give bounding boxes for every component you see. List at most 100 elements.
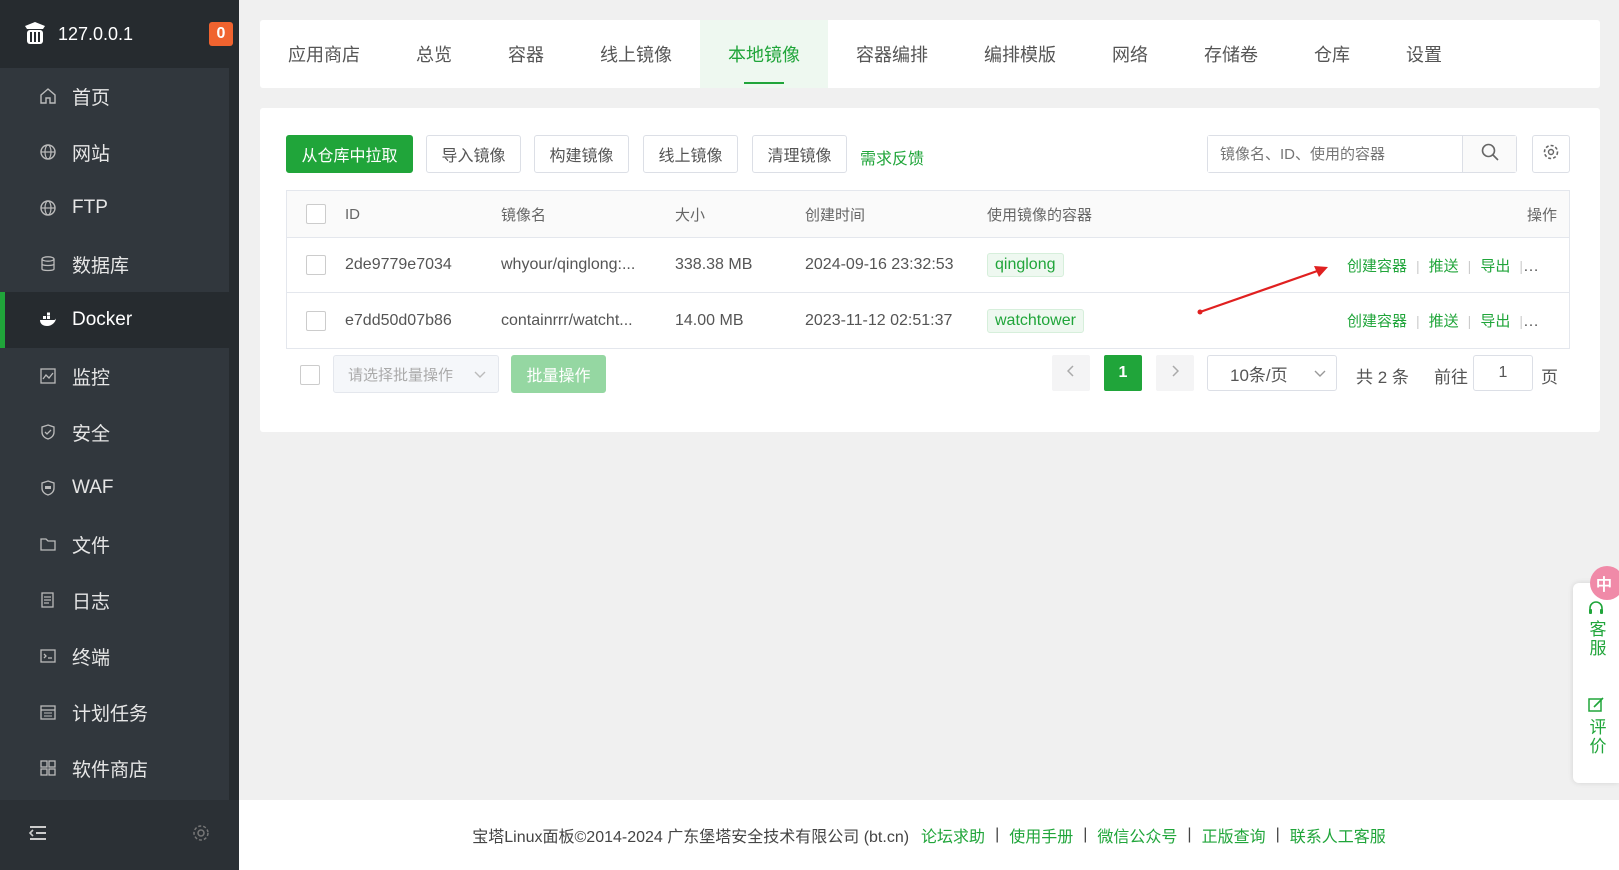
customer-service-button[interactable]: 客服 <box>1584 600 1608 658</box>
page-number-current[interactable]: 1 <box>1104 355 1142 391</box>
sidebar-item-files[interactable]: 文件 <box>0 516 229 572</box>
sidebar-item-docker[interactable]: Docker <box>0 292 229 348</box>
online-images-button[interactable]: 线上镜像 <box>643 135 738 173</box>
search-input[interactable] <box>1208 136 1462 172</box>
sidebar-item-database[interactable]: 数据库 <box>0 236 229 292</box>
sidebar-item-logs[interactable]: 日志 <box>0 572 229 628</box>
image-id: 2de9779e7034 <box>345 256 452 273</box>
tab-local-images[interactable]: 本地镜像 <box>700 20 828 88</box>
tab-containers[interactable]: 容器 <box>480 20 572 88</box>
column-header-name: 镜像名 <box>501 206 547 224</box>
sidebar-item-monitor[interactable]: 监控 <box>0 348 229 404</box>
review-label: 评价 <box>1586 718 1606 756</box>
notification-badge[interactable]: 0 <box>209 22 233 46</box>
chevron-down-icon <box>1314 363 1326 383</box>
build-image-button[interactable]: 构建镜像 <box>534 135 629 173</box>
review-button[interactable]: 评价 <box>1584 696 1608 756</box>
sidebar-item-label: 安全 <box>72 423 111 445</box>
images-table: ID 镜像名 大小 创建时间 使用镜像的容器 操作 2de9779e7034 w… <box>286 190 1570 349</box>
separator: | <box>995 826 1000 843</box>
apps-icon <box>38 758 58 778</box>
sidebar-item-label: 数据库 <box>72 255 130 277</box>
tab-volumes[interactable]: 存储卷 <box>1176 20 1286 88</box>
export-link[interactable]: 导出 <box>1480 258 1510 275</box>
docker-tabs: 应用商店 总览 容器 线上镜像 本地镜像 容器编排 编排模版 网络 存储卷 仓库… <box>260 20 1600 88</box>
tab-registry[interactable]: 仓库 <box>1286 20 1378 88</box>
tab-compose-templates[interactable]: 编排模版 <box>956 20 1084 88</box>
footer-link-wechat[interactable]: 微信公众号 <box>1097 823 1177 847</box>
image-created-time: 2024-09-16 23:32:53 <box>805 256 954 273</box>
folder-icon <box>38 534 58 554</box>
image-created-time: 2023-11-12 02:51:37 <box>805 311 953 329</box>
gear-icon <box>1542 143 1560 166</box>
tab-overview[interactable]: 总览 <box>388 20 480 88</box>
sidebar-item-store[interactable]: 软件商店 <box>0 740 229 796</box>
sidebar-item-waf[interactable]: WAF <box>0 460 229 516</box>
push-link[interactable]: 推送 <box>1429 258 1459 275</box>
edit-icon <box>1587 696 1605 718</box>
separator: | <box>1416 313 1420 329</box>
clean-images-button[interactable]: 清理镜像 <box>752 135 847 173</box>
sidebar-item-label: 计划任务 <box>72 703 149 725</box>
row-checkbox[interactable] <box>306 255 326 275</box>
column-header-id[interactable]: ID <box>345 206 501 223</box>
column-header-size[interactable]: 大小 <box>675 204 805 225</box>
sidebar-item-label: Docker <box>72 309 133 330</box>
tab-settings[interactable]: 设置 <box>1378 20 1470 88</box>
separator: | <box>1519 313 1523 329</box>
tab-network[interactable]: 网络 <box>1084 20 1176 88</box>
footer-link-license[interactable]: 正版查询 <box>1202 823 1266 847</box>
customer-service-label: 客服 <box>1586 620 1606 658</box>
sidebar-scrollbar[interactable] <box>229 68 239 800</box>
batch-action-button[interactable]: 批量操作 <box>511 355 606 393</box>
create-container-link[interactable]: 创建容器 <box>1347 258 1407 275</box>
pull-from-registry-button[interactable]: 从仓库中拉取 <box>286 135 413 173</box>
goto-label: 前往 <box>1434 368 1468 387</box>
footer-link-support[interactable]: 联系人工客服 <box>1290 823 1386 847</box>
footer-link-forum[interactable]: 论坛求助 <box>921 823 985 847</box>
goto-page-input[interactable]: 1 <box>1473 355 1533 391</box>
sidebar-item-ftp[interactable]: FTP <box>0 180 229 236</box>
select-all-checkbox[interactable] <box>306 204 326 224</box>
local-images-panel: 从仓库中拉取 导入镜像 构建镜像 线上镜像 清理镜像 需求反馈 ID 镜像名 大… <box>260 108 1600 432</box>
column-header-time[interactable]: 创建时间 <box>805 204 987 225</box>
page-suffix: 页 <box>1541 368 1558 387</box>
sidebar-item-website[interactable]: 网站 <box>0 124 229 180</box>
feedback-link[interactable]: 需求反馈 <box>860 145 924 169</box>
floating-avatar[interactable]: 中 <box>1590 566 1619 600</box>
sidebar-menu: 首页 网站 FTP 数据库 Docker 监控 安全 WAF 文件 日志 终端 … <box>0 68 229 800</box>
batch-select-all-checkbox[interactable] <box>300 365 320 385</box>
sidebar-item-label: 监控 <box>72 367 111 389</box>
collapse-menu-icon[interactable] <box>28 824 48 847</box>
sidebar-item-home[interactable]: 首页 <box>0 68 229 124</box>
import-image-button[interactable]: 导入镜像 <box>426 135 521 173</box>
tab-compose[interactable]: 容器编排 <box>828 20 956 88</box>
separator: | <box>1416 257 1420 274</box>
footer-link-manual[interactable]: 使用手册 <box>1009 823 1073 847</box>
settings-gear-icon[interactable] <box>191 823 211 848</box>
prev-page-button[interactable] <box>1052 355 1090 391</box>
next-page-button[interactable] <box>1156 355 1194 391</box>
row-actions: 创建容器 | 推送 | 导出 | 删除 <box>1347 255 1569 276</box>
image-size: 338.38 MB <box>675 256 753 273</box>
tab-online-images[interactable]: 线上镜像 <box>572 20 700 88</box>
export-link[interactable]: 导出 <box>1480 313 1510 330</box>
container-tag[interactable]: watchtower <box>987 308 1084 333</box>
container-tag[interactable]: qinglong <box>987 253 1064 277</box>
tab-app-store[interactable]: 应用商店 <box>260 20 388 88</box>
total-count: 共 2 条 <box>1356 368 1409 387</box>
create-container-link[interactable]: 创建容器 <box>1347 313 1407 330</box>
sidebar-item-security[interactable]: 安全 <box>0 404 229 460</box>
sidebar-item-terminal[interactable]: 终端 <box>0 628 229 684</box>
sidebar-item-label: 文件 <box>72 535 111 557</box>
search-button[interactable] <box>1462 136 1516 172</box>
column-settings-button[interactable] <box>1532 135 1570 173</box>
separator: | <box>1083 826 1088 843</box>
push-link[interactable]: 推送 <box>1429 313 1459 330</box>
row-checkbox[interactable] <box>306 310 326 331</box>
batch-action-select[interactable]: 请选择批量操作 <box>333 355 499 393</box>
sidebar-item-cron[interactable]: 计划任务 <box>0 684 229 740</box>
calendar-icon <box>38 702 58 722</box>
chevron-down-icon <box>474 366 486 383</box>
page-size-select[interactable]: 10条/页 <box>1207 355 1337 391</box>
